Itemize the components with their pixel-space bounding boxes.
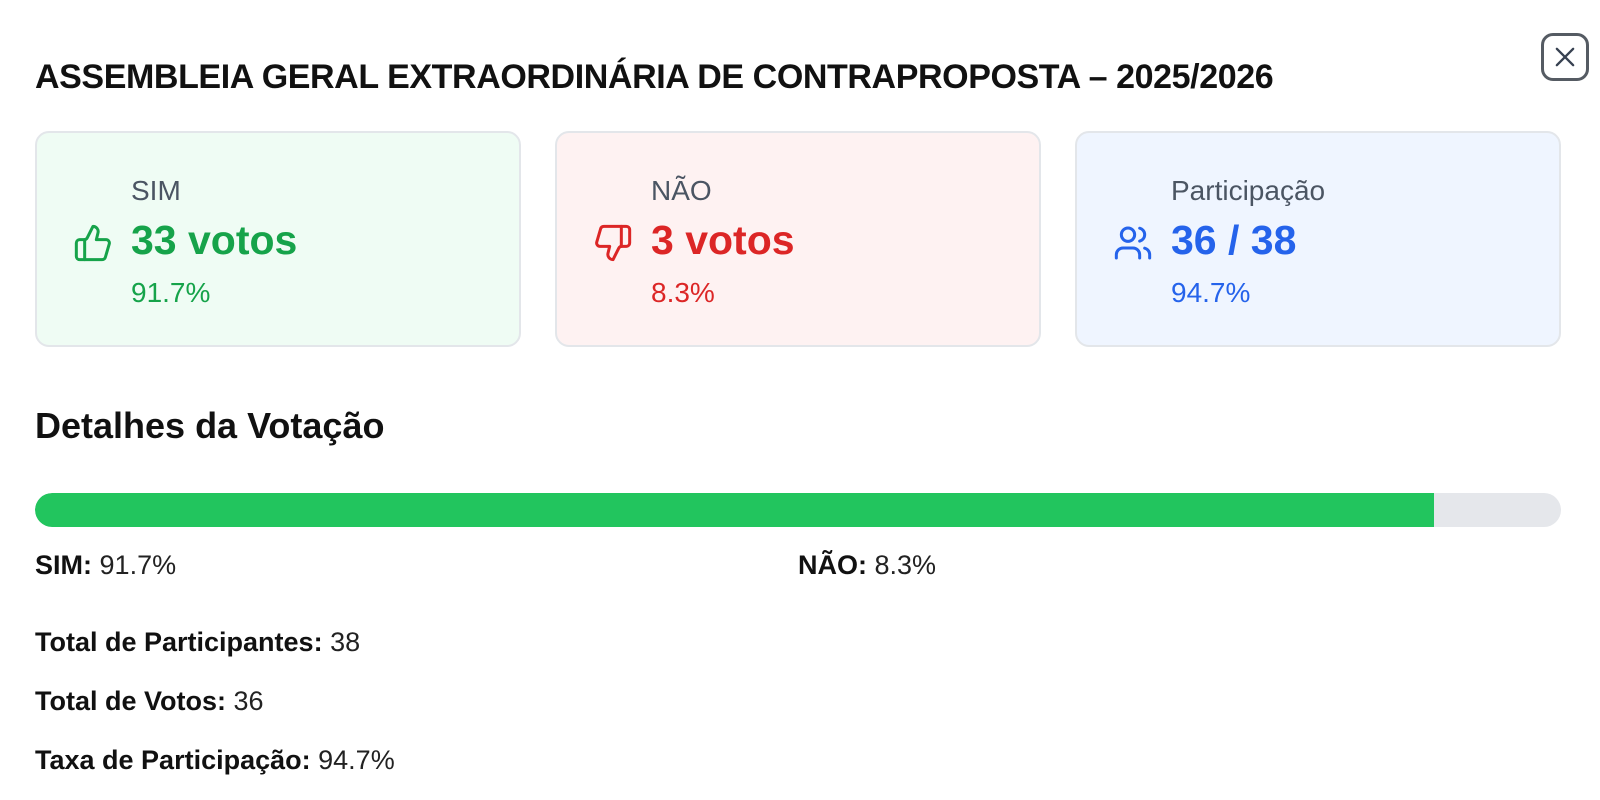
nao-card-percent: 8.3%: [651, 277, 715, 308]
details-title: Detalhes da Votação: [35, 405, 385, 446]
voting-results-modal: ASSEMBLEIA GERAL EXTRAORDINÁRIA DE CONTR…: [0, 0, 1600, 800]
total-votes-value: 36: [233, 686, 264, 716]
thumbs-down-icon: [595, 224, 632, 262]
nao-card-votes: 3 votos: [651, 217, 795, 263]
vote-progress-bar: [35, 493, 1561, 527]
total-votes-label: Total de Votos: [35, 686, 217, 716]
nao-result: NÃO: 8.3%: [798, 550, 937, 580]
nao-card-label: NÃO: [651, 175, 712, 206]
nao-result-value: 8.3%: [874, 550, 937, 580]
nao-card: NÃO 3 votos 8.3%: [555, 131, 1041, 347]
sim-result-value: 91.7%: [99, 550, 177, 580]
total-votes: Total de Votos: 36: [35, 686, 264, 716]
thumbs-up-icon: [74, 224, 111, 262]
participation-card: Participação 36 / 38 94.7%: [1075, 131, 1561, 347]
sim-card: SIM 33 votos 91.7%: [35, 131, 521, 347]
total-participants-label: Total de Participantes: [35, 627, 314, 657]
sim-card-percent: 91.7%: [131, 277, 211, 308]
modal-title: ASSEMBLEIA GERAL EXTRAORDINÁRIA DE CONTR…: [35, 58, 1274, 96]
sim-result: SIM: 91.7%: [35, 550, 177, 580]
close-button[interactable]: [1541, 33, 1589, 81]
sim-card-votes: 33 votos: [131, 217, 298, 263]
participation-rate-label: Taxa de Participação: [35, 745, 302, 775]
total-participants: Total de Participantes: 38: [35, 627, 361, 657]
summary-cards: SIM 33 votos 91.7% NÃO 3 votos 8.3% Part…: [35, 131, 1561, 347]
participation-card-percent: 94.7%: [1171, 277, 1251, 308]
users-icon: [1114, 226, 1152, 260]
vote-progress-fill-sim: [35, 493, 1435, 527]
participation-card-count: 36 / 38: [1171, 217, 1297, 263]
participation-card-label: Participação: [1171, 175, 1326, 206]
participation-rate-value: 94.7%: [318, 745, 395, 775]
participation-rate: Taxa de Participação: 94.7%: [35, 745, 395, 775]
sim-result-label: SIM: [35, 550, 84, 580]
total-participants-value: 38: [330, 627, 361, 657]
sim-card-label: SIM: [131, 175, 181, 206]
nao-result-label: NÃO: [798, 550, 858, 580]
close-icon: [1555, 47, 1575, 67]
